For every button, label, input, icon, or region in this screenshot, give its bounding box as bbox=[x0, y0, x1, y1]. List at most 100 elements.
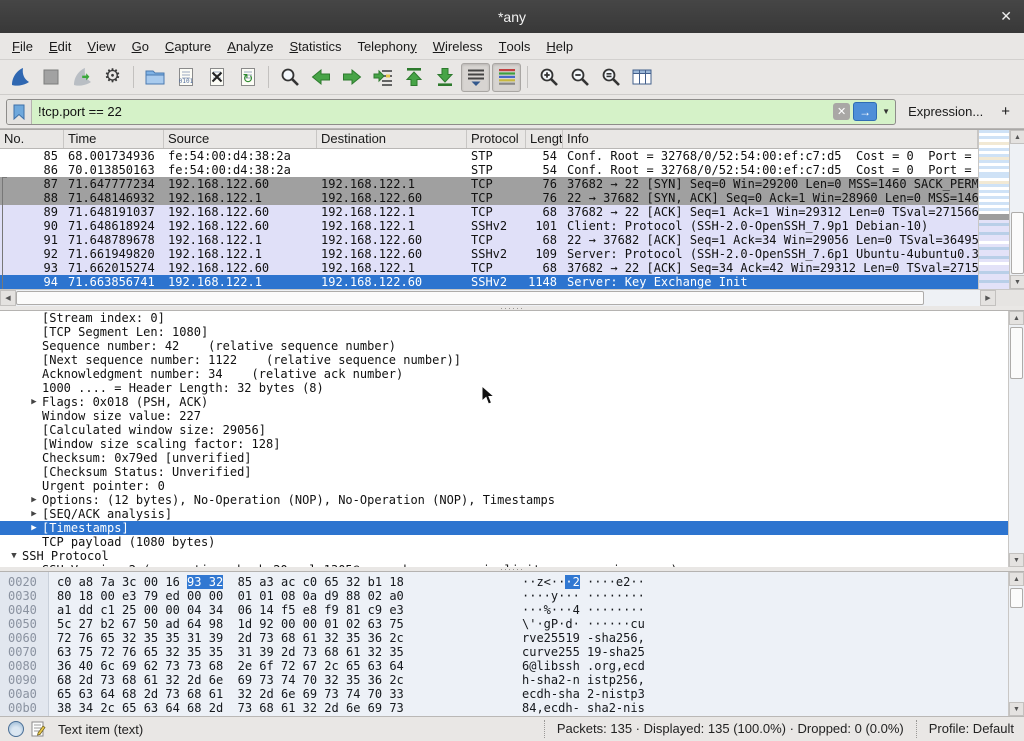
packet-row-87[interactable]: 8771.647777234192.168.122.60192.168.122.… bbox=[0, 177, 978, 191]
packet-list-vscrollbar[interactable]: ▲ ▼ bbox=[1009, 130, 1024, 289]
title-bar[interactable]: *any ✕ bbox=[0, 0, 1024, 33]
column-header-time[interactable]: Time bbox=[64, 130, 164, 148]
detail-line[interactable]: ▶Options: (12 bytes), No-Operation (NOP)… bbox=[0, 493, 1008, 507]
open-file-button[interactable] bbox=[140, 63, 169, 92]
menu-tools[interactable]: Tools bbox=[491, 33, 539, 59]
column-header-info[interactable]: Info bbox=[563, 130, 978, 148]
scroll-thumb[interactable] bbox=[1010, 588, 1023, 608]
packet-row-88[interactable]: 8871.648146932192.168.122.1192.168.122.6… bbox=[0, 191, 978, 205]
filter-apply-button[interactable]: → bbox=[853, 102, 877, 121]
hex-row-00a0[interactable]: 00a065 63 64 68 2d 73 68 61 32 2d 6e 69 … bbox=[0, 687, 1008, 701]
detail-line[interactable]: Sequence number: 42 (relative sequence n… bbox=[0, 339, 1008, 353]
packet-minimap[interactable] bbox=[978, 130, 1009, 289]
filter-text[interactable]: !tcp.port == 22 bbox=[32, 104, 833, 119]
reload-file-button[interactable]: ↻ bbox=[233, 63, 262, 92]
display-filter-input[interactable]: !tcp.port == 22 ✕ → ▼ bbox=[6, 99, 896, 125]
packet-row-93[interactable]: 9371.662015274192.168.122.60192.168.122.… bbox=[0, 261, 978, 275]
last-packet-button[interactable] bbox=[430, 63, 459, 92]
expander-right-icon[interactable]: ▶ bbox=[26, 395, 42, 409]
detail-line[interactable]: Urgent pointer: 0 bbox=[0, 479, 1008, 493]
detail-line[interactable]: [Next sequence number: 1122 (relative se… bbox=[0, 353, 1008, 367]
column-header-length[interactable]: Length bbox=[526, 130, 563, 148]
expander-down-icon[interactable]: ▼ bbox=[6, 549, 22, 563]
expander-right-icon[interactable]: ▶ bbox=[26, 493, 42, 507]
scroll-up-icon[interactable]: ▲ bbox=[1009, 572, 1024, 586]
scroll-thumb[interactable] bbox=[1010, 327, 1023, 379]
zoom-out-button[interactable] bbox=[565, 63, 594, 92]
scroll-right-icon[interactable]: ▶ bbox=[980, 290, 996, 306]
hex-row-0050[interactable]: 00505c 27 b2 67 50 ad 64 98 1d 92 00 00 … bbox=[0, 617, 1008, 631]
start-capture-button[interactable] bbox=[5, 63, 34, 92]
detail-line[interactable]: [Window size scaling factor: 128] bbox=[0, 437, 1008, 451]
packet-row-89[interactable]: 8971.648191037192.168.122.60192.168.122.… bbox=[0, 205, 978, 219]
scroll-down-icon[interactable]: ▼ bbox=[1009, 702, 1024, 716]
menu-go[interactable]: Go bbox=[124, 33, 157, 59]
first-packet-button[interactable] bbox=[399, 63, 428, 92]
packet-row-92[interactable]: 9271.661949820192.168.122.1192.168.122.6… bbox=[0, 247, 978, 261]
menu-edit[interactable]: Edit bbox=[41, 33, 79, 59]
detail-line[interactable]: Window size value: 227 bbox=[0, 409, 1008, 423]
filter-bookmark-button[interactable] bbox=[7, 100, 32, 124]
hex-row-00b0[interactable]: 00b038 34 2c 65 63 64 68 2d 73 68 61 32 … bbox=[0, 701, 1008, 715]
profile-text[interactable]: Profile: Default bbox=[916, 720, 1016, 738]
column-header-no[interactable]: No. bbox=[0, 130, 64, 148]
close-file-button[interactable] bbox=[202, 63, 231, 92]
zoom-original-button[interactable] bbox=[596, 63, 625, 92]
capture-comment-icon[interactable] bbox=[30, 721, 46, 737]
zoom-in-button[interactable] bbox=[534, 63, 563, 92]
packet-row-90[interactable]: 9071.648618924192.168.122.60192.168.122.… bbox=[0, 219, 978, 233]
detail-line[interactable]: [Calculated window size: 29056] bbox=[0, 423, 1008, 437]
detail-line[interactable]: ▶[Timestamps] bbox=[0, 521, 1008, 535]
scroll-up-icon[interactable]: ▲ bbox=[1009, 311, 1024, 325]
hex-row-0040[interactable]: 0040a1 dd c1 25 00 00 04 34 06 14 f5 e8 … bbox=[0, 603, 1008, 617]
detail-line[interactable]: Checksum: 0x79ed [unverified] bbox=[0, 451, 1008, 465]
hex-row-0070[interactable]: 007063 75 72 76 65 32 35 35 31 39 2d 73 … bbox=[0, 645, 1008, 659]
resize-columns-button[interactable] bbox=[627, 63, 656, 92]
menu-file[interactable]: File bbox=[4, 33, 41, 59]
detail-line[interactable]: [Checksum Status: Unverified] bbox=[0, 465, 1008, 479]
expander-right-icon[interactable]: ▶ bbox=[26, 507, 42, 521]
menu-analyze[interactable]: Analyze bbox=[219, 33, 281, 59]
menu-wireless[interactable]: Wireless bbox=[425, 33, 491, 59]
detail-line[interactable]: [TCP Segment Len: 1080] bbox=[0, 325, 1008, 339]
stop-capture-button[interactable] bbox=[36, 63, 65, 92]
expander-right-icon[interactable]: ▶ bbox=[26, 521, 42, 535]
menu-help[interactable]: Help bbox=[538, 33, 581, 59]
detail-line[interactable]: 1000 .... = Header Length: 32 bytes (8) bbox=[0, 381, 1008, 395]
detail-line[interactable]: ▶Flags: 0x018 (PSH, ACK) bbox=[0, 395, 1008, 409]
packet-row-86[interactable]: 8670.013850163fe:54:00:d4:38:2aSTP54Conf… bbox=[0, 163, 978, 177]
detail-line[interactable]: ▼SSH Protocol bbox=[0, 549, 1008, 563]
scroll-thumb[interactable] bbox=[16, 291, 924, 305]
hex-row-0020[interactable]: 0020c0 a8 7a 3c 00 16 93 32 85 a3 ac c0 … bbox=[0, 575, 1008, 589]
detail-line[interactable]: Acknowledgment number: 34 (relative ack … bbox=[0, 367, 1008, 381]
column-header-source[interactable]: Source bbox=[164, 130, 317, 148]
hex-row-0080[interactable]: 008036 40 6c 69 62 73 73 68 2e 6f 72 67 … bbox=[0, 659, 1008, 673]
detail-line[interactable]: ▶[SEQ/ACK analysis] bbox=[0, 507, 1008, 521]
scroll-up-icon[interactable]: ▲ bbox=[1010, 130, 1024, 144]
menu-telephony[interactable]: Telephony bbox=[349, 33, 424, 59]
expert-info-icon[interactable] bbox=[8, 721, 24, 737]
scroll-left-icon[interactable]: ◀ bbox=[0, 290, 16, 306]
go-to-packet-button[interactable] bbox=[368, 63, 397, 92]
details-vscrollbar[interactable]: ▲ ▼ bbox=[1008, 311, 1024, 567]
add-filter-button[interactable]: + bbox=[993, 103, 1018, 120]
capture-options-button[interactable]: ⚙ bbox=[98, 63, 127, 92]
hex-row-0030[interactable]: 003080 18 00 e3 79 ed 00 00 01 01 08 0a … bbox=[0, 589, 1008, 603]
hex-row-0090[interactable]: 009068 2d 73 68 61 32 2d 6e 69 73 74 70 … bbox=[0, 673, 1008, 687]
detail-line[interactable]: TCP payload (1080 bytes) bbox=[0, 535, 1008, 549]
packet-row-91[interactable]: 9171.648789678192.168.122.1192.168.122.6… bbox=[0, 233, 978, 247]
hex-vscrollbar[interactable]: ▲ ▼ bbox=[1008, 572, 1024, 716]
filter-clear-button[interactable]: ✕ bbox=[833, 103, 850, 120]
scroll-thumb[interactable] bbox=[1011, 212, 1024, 274]
expression-button[interactable]: Expression... bbox=[908, 104, 983, 119]
restart-capture-button[interactable] bbox=[67, 63, 96, 92]
detail-line[interactable]: [Stream index: 0] bbox=[0, 311, 1008, 325]
scroll-down-icon[interactable]: ▼ bbox=[1010, 275, 1024, 289]
next-packet-button[interactable] bbox=[337, 63, 366, 92]
hex-row-0060[interactable]: 006072 76 65 32 35 35 31 39 2d 73 68 61 … bbox=[0, 631, 1008, 645]
scroll-down-icon[interactable]: ▼ bbox=[1009, 553, 1024, 567]
menu-view[interactable]: View bbox=[79, 33, 123, 59]
packet-row-85[interactable]: 8568.001734936fe:54:00:d4:38:2aSTP54Conf… bbox=[0, 149, 978, 163]
filter-dropdown-icon[interactable]: ▼ bbox=[880, 107, 895, 116]
find-packet-button[interactable] bbox=[275, 63, 304, 92]
